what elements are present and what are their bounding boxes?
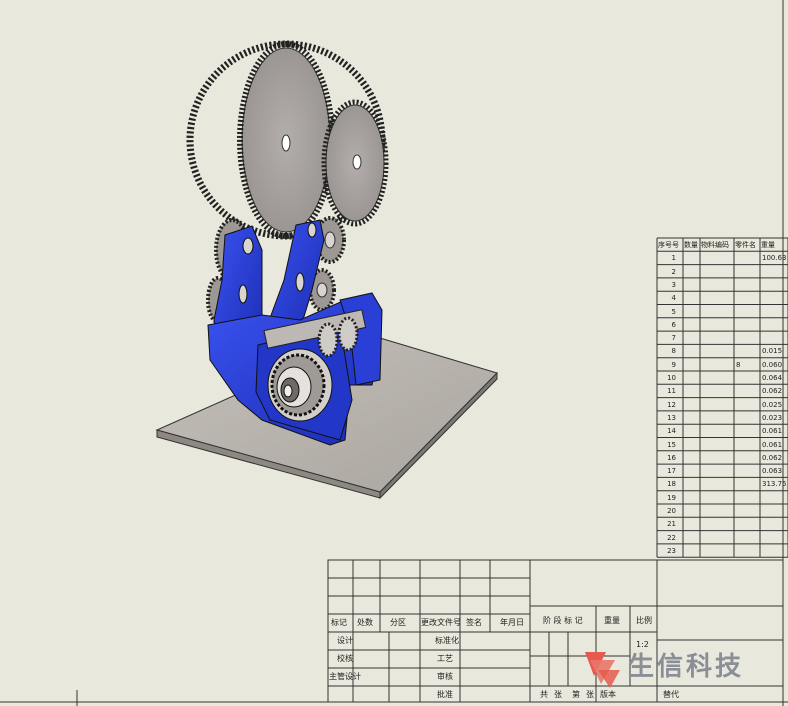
role-check: 校核 (337, 654, 353, 663)
bom-row-number: 13 (667, 413, 676, 422)
bom-table-grid (656, 237, 788, 558)
bom-row-mark: 8 (736, 360, 741, 369)
bom-row-number: 1 (671, 254, 676, 263)
sheets-total: 共 (540, 690, 548, 699)
rev-header-docno: 更改文件号 (421, 618, 461, 627)
bom-row-weight: 0.023 (762, 413, 783, 422)
rev-header-date: 年月日 (500, 618, 524, 627)
review-label: 审核 (437, 672, 453, 681)
process-label: 工艺 (437, 654, 453, 663)
sheets-label: 张 (554, 690, 562, 699)
bom-row-number: 18 (667, 480, 676, 489)
scale-label: 比例 (636, 616, 652, 625)
bom-header-cell: 物料编码 (701, 241, 729, 249)
role-chief: 主管设计 (329, 672, 361, 681)
version-label: 版本 (600, 690, 616, 699)
watermark-text: 生信科技 (628, 652, 745, 682)
bom-row-weight: 100.63 (762, 254, 787, 263)
bom-row-number: 21 (667, 520, 676, 529)
bom-row-number: 20 (667, 507, 676, 515)
rev-header-mark: 标记 (331, 618, 347, 627)
bom-row-number: 15 (667, 440, 676, 449)
bom-row-number: 7 (671, 334, 676, 343)
bom-row-weight: 0.060 (762, 360, 783, 369)
bom-row-number: 3 (671, 280, 676, 289)
bom-row-number: 6 (671, 320, 676, 329)
bom-header-cell: 数量 (684, 241, 698, 249)
drawing-sheet (0, 0, 788, 706)
replace-label: 替代 (663, 690, 679, 699)
bom-row-number: 19 (667, 493, 676, 502)
bom-row-weight: 0.015 (762, 347, 783, 356)
rev-header-zone: 分区 (390, 618, 406, 627)
bom-row-weight: 0.061 (762, 440, 783, 449)
bom-row-number: 11 (667, 387, 676, 396)
bom-row-weight: 0.062 (762, 453, 783, 462)
bom-header-cell: 重量 (761, 241, 775, 249)
std-label: 标准化 (435, 636, 459, 645)
bom-row-weight: 0.063 (762, 467, 783, 476)
bom-row-weight: 0.062 (762, 387, 783, 396)
bom-row-number: 22 (667, 533, 676, 542)
approve-label: 批准 (437, 690, 453, 699)
bom-row-number: 2 (671, 267, 676, 276)
bom-row-weight: 0.025 (762, 400, 783, 409)
bom-header-cell: 序号号 (658, 241, 679, 249)
stage-label: 阶 段 标 记 (543, 616, 583, 625)
bom-row-number: 10 (667, 374, 676, 382)
bom-row-number: 12 (667, 400, 676, 409)
bom-row-weight: 0.064 (762, 374, 783, 382)
sheet-no: 第 (572, 690, 580, 699)
bom-row-number: 23 (667, 546, 676, 555)
bom-row-number: 17 (667, 467, 676, 476)
medium-gear (321, 99, 389, 227)
rev-header-sign: 签名 (466, 618, 482, 627)
watermark-logo (585, 652, 620, 688)
bom-header-cell: 零件名 (735, 241, 756, 249)
sheet-label: 张 (586, 690, 594, 699)
bom-row-number: 4 (671, 294, 676, 303)
bom-row-number: 16 (667, 453, 676, 462)
role-design: 设计 (337, 636, 353, 645)
rev-header-count: 处数 (357, 618, 373, 627)
weight-label: 重量 (604, 616, 620, 625)
bom-row-number: 9 (671, 360, 676, 369)
bearing-hub (267, 348, 333, 422)
bom-row-weight: 0.061 (762, 427, 783, 436)
bom-row-number: 8 (671, 347, 676, 356)
bom-row-weight: 313.75 (762, 480, 787, 489)
bom-row-number: 5 (671, 307, 676, 316)
bom-row-number: 14 (667, 427, 676, 436)
